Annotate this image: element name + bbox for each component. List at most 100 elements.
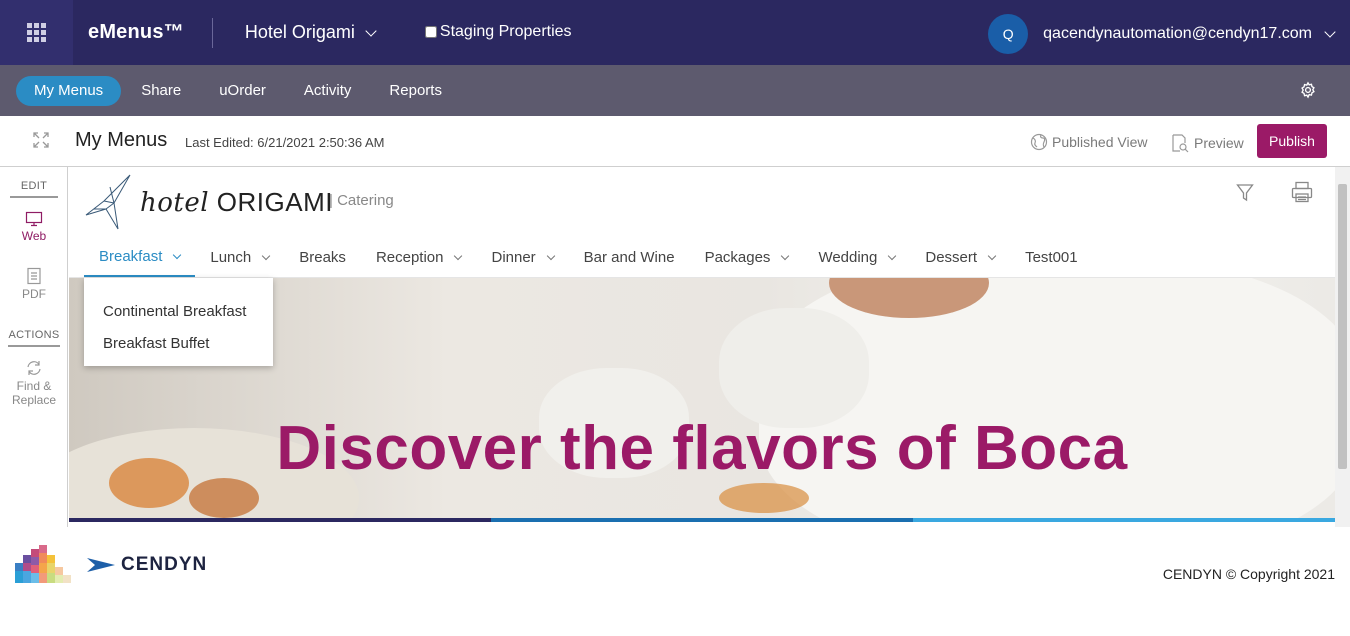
brand-name: eMenus™ [88, 21, 184, 43]
app-launcher-button[interactable] [0, 0, 73, 65]
refresh-icon [27, 361, 41, 375]
nav-breaks-label: Breaks [299, 249, 346, 266]
nav-breakfast-label: Breakfast [99, 247, 163, 265]
nav-dinner-label: Dinner [491, 249, 536, 266]
page-header: My Menus Last Edited: 6/21/2021 2:50:36 … [0, 116, 1350, 167]
cendyn-wordmark: CENDYN [121, 554, 208, 575]
staging-properties-toggle[interactable]: Staging Properties [424, 22, 572, 41]
publish-button[interactable]: Publish [1257, 124, 1327, 158]
user-menu[interactable]: Q qacendynautomation@cendyn17.com [988, 14, 1336, 54]
property-name: Hotel Origami [244, 22, 355, 42]
chevron-down-icon [262, 251, 271, 261]
staging-checkbox[interactable] [424, 25, 437, 38]
web-label: Web [21, 229, 47, 243]
tab-my-menus[interactable]: My Menus [16, 75, 122, 106]
nav-breaks[interactable]: Breaks [284, 237, 361, 278]
scrollbar-thumb[interactable] [1338, 184, 1347, 469]
menu-preview-canvas: hotel ORIGAMI | Catering Breakfast Lunch… [69, 167, 1335, 527]
chevron-down-icon [546, 251, 555, 261]
nav-wedding-label: Wedding [818, 249, 878, 266]
find-replace-line2: Replace [11, 393, 57, 407]
chevron-down-icon [781, 251, 790, 261]
preview-label: Preview [1194, 135, 1244, 151]
dropdown-item-breakfast-buffet[interactable]: Breakfast Buffet [84, 327, 273, 359]
top-bar: eMenus™ Hotel Origami Staging Properties… [0, 0, 1350, 65]
user-email: qacendynautomation@cendyn17.com [1043, 25, 1312, 42]
document-icon [27, 267, 41, 285]
grid-icon [27, 23, 46, 42]
published-view-button[interactable]: Published View [1030, 133, 1147, 151]
hotel-logo: hotel ORIGAMI [84, 173, 333, 231]
nav-packages[interactable]: Packages [690, 237, 804, 278]
color-bar-segment [69, 518, 491, 522]
web-view-button[interactable]: Web [0, 211, 68, 243]
edit-heading: EDIT [10, 180, 58, 198]
nav-lunch[interactable]: Lunch [195, 237, 284, 278]
tab-reports[interactable]: Reports [371, 76, 460, 106]
hero-image-glove [719, 308, 869, 428]
hero-image-food [719, 483, 809, 513]
monitor-icon [25, 211, 43, 227]
find-replace-button[interactable]: Find & Replace [0, 359, 68, 407]
pdf-label: PDF [22, 287, 46, 301]
menu-category-nav: Breakfast Lunch Breaks Reception Dinner … [84, 237, 1093, 278]
hero-image-food [189, 478, 259, 518]
chevron-down-icon [173, 250, 182, 259]
nav-breakfast[interactable]: Breakfast [84, 237, 196, 278]
actions-heading: ACTIONS [8, 329, 60, 347]
gear-icon[interactable] [1299, 81, 1317, 99]
staging-label: Staging Properties [439, 22, 572, 40]
logo-script: hotel [140, 187, 210, 218]
preview-icon [1172, 134, 1189, 153]
nav-test001[interactable]: Test001 [1010, 237, 1093, 278]
nav-dessert[interactable]: Dessert [910, 237, 1010, 278]
origami-crane-icon [85, 174, 131, 230]
tab-activity[interactable]: Activity [286, 76, 370, 106]
cendyn-mosaic-icon [15, 545, 71, 583]
color-bar-segment [491, 518, 913, 522]
nav-lunch-label: Lunch [210, 249, 252, 266]
property-selector[interactable]: Hotel Origami [244, 22, 377, 43]
chevron-down-icon [454, 251, 463, 261]
globe-icon [1030, 133, 1048, 151]
logo-wordmark: hotel ORIGAMI [140, 187, 333, 218]
nav-packages-label: Packages [704, 249, 771, 266]
logo-caps: ORIGAMI [216, 186, 333, 217]
main-nav: My Menus Share uOrder Activity Reports [0, 65, 1350, 116]
nav-reception-label: Reception [375, 249, 444, 266]
nav-wedding[interactable]: Wedding [803, 237, 910, 278]
avatar: Q [988, 14, 1029, 54]
pdf-view-button[interactable]: PDF [0, 267, 68, 301]
nav-dessert-label: Dessert [925, 249, 978, 266]
chevron-down-icon [888, 251, 897, 261]
filter-icon[interactable] [1236, 183, 1254, 203]
nav-dinner[interactable]: Dinner [476, 237, 568, 278]
published-view-label: Published View [1052, 134, 1148, 150]
nav-reception[interactable]: Reception [361, 237, 477, 278]
nav-test001-label: Test001 [1025, 249, 1078, 266]
copyright: CENDYN © Copyright 2021 [1162, 566, 1335, 582]
tab-share[interactable]: Share [123, 76, 199, 106]
cendyn-logo: CENDYN [15, 545, 207, 585]
logo-subtitle: | Catering [329, 192, 394, 209]
tab-uorder[interactable]: uOrder [201, 76, 284, 106]
chevron-down-icon [987, 251, 997, 261]
hero-headline: Discover the flavors of Boca [276, 414, 1128, 483]
editor-rail: EDIT Web PDF ACTIONS Find & Replace [0, 167, 68, 527]
preview-button[interactable]: Preview [1170, 133, 1244, 153]
cendyn-arrow-icon [87, 558, 115, 572]
color-bar-segment [913, 518, 1335, 522]
hero-color-bar [69, 518, 1335, 522]
print-icon[interactable] [1291, 181, 1313, 203]
find-replace-line1: Find & [16, 379, 52, 393]
page-title: My Menus [75, 129, 168, 151]
expand-icon[interactable] [33, 132, 49, 148]
chevron-down-icon [365, 24, 377, 37]
dropdown-item-continental-breakfast[interactable]: Continental Breakfast [84, 295, 273, 327]
nav-bar-and-wine[interactable]: Bar and Wine [569, 237, 690, 278]
last-edited: Last Edited: 6/21/2021 2:50:36 AM [185, 135, 385, 150]
breakfast-dropdown: Continental Breakfast Breakfast Buffet [84, 278, 273, 366]
divider [211, 17, 213, 48]
canvas-scrollbar[interactable] [1335, 167, 1350, 527]
nav-bar-and-wine-label: Bar and Wine [583, 249, 675, 266]
